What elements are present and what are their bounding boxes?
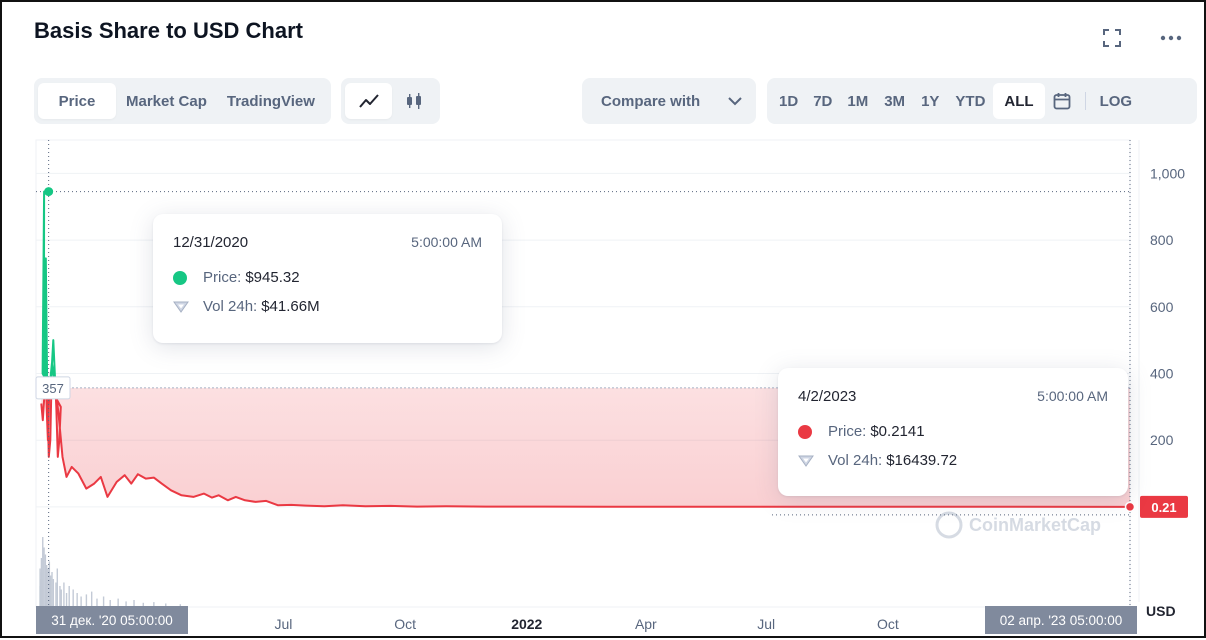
- volume-icon: [798, 455, 814, 467]
- volume-bar: [90, 591, 93, 607]
- y-tick-label: 400: [1150, 366, 1174, 382]
- volume-bar: [60, 589, 62, 607]
- tooltip-volume-value: $16439.72: [886, 452, 958, 469]
- volume-bar: [68, 586, 70, 607]
- volume-bar: [47, 568, 49, 607]
- volume-bar: [42, 537, 44, 607]
- x-tick-label: Jul: [274, 616, 292, 632]
- tooltip-volume-label: Vol 24h:: [828, 452, 883, 469]
- latest-point: [1124, 501, 1136, 513]
- tooltip-date: 4/2/2023: [798, 388, 857, 405]
- baseline-label: 357: [42, 381, 64, 396]
- volume-bar: [56, 568, 58, 607]
- x-tick-label: Oct: [394, 616, 416, 632]
- volume-bar: [76, 593, 78, 607]
- tooltip-time: 5:00:00 AM: [411, 234, 482, 250]
- volume-bar: [51, 572, 53, 607]
- volume-bar: [109, 600, 111, 607]
- volume-bar: [72, 589, 74, 607]
- volume-bar: [55, 582, 57, 607]
- volume-bar: [96, 598, 98, 607]
- volume-bar: [102, 596, 105, 607]
- tooltip-time: 5:00:00 AM: [1037, 388, 1108, 404]
- tooltip-volume-label: Vol 24h:: [203, 298, 258, 315]
- y-tick-label: 1,000: [1150, 165, 1185, 181]
- y-axis-unit: USD: [1146, 603, 1176, 619]
- tooltip-volume-value: $41.66M: [261, 298, 320, 315]
- watermark-text: CoinMarketCap: [969, 515, 1101, 535]
- peak-point: [44, 187, 54, 197]
- tooltip-price-label: Price:: [828, 423, 867, 440]
- y-tick-label: 800: [1150, 232, 1174, 248]
- coinmarketcap-logo-icon: [935, 511, 963, 539]
- volume-icon: [173, 301, 189, 313]
- tooltip-price-label: Price:: [203, 269, 242, 286]
- coinmarketcap-watermark: CoinMarketCap: [935, 511, 1101, 539]
- y-tick-label: 200: [1150, 432, 1174, 448]
- volume-bar: [80, 596, 82, 607]
- y-tick-label: 600: [1150, 299, 1174, 315]
- volume-bar: [65, 593, 68, 607]
- volume-bar: [46, 565, 48, 607]
- volume-bar: [117, 598, 119, 607]
- volume-bar: [39, 568, 41, 607]
- x-tick-label: Apr: [635, 616, 657, 632]
- tooltip-price-value: $0.2141: [870, 423, 925, 440]
- volume-bar: [85, 594, 88, 607]
- x-tick-label: 2022: [511, 616, 542, 632]
- tooltip-latest: 4/2/2023 5:00:00 AM Price: $0.2141 Vol 2…: [778, 368, 1128, 496]
- last-price-label: 0.21: [1151, 500, 1176, 515]
- tooltip-price-value: $945.32: [245, 269, 300, 286]
- crosshair-date-left: 31 дек. '20 05:00:00: [51, 613, 172, 628]
- volume-bar: [40, 572, 43, 607]
- tooltip-date: 12/31/2020: [173, 234, 249, 251]
- volume-bar: [63, 582, 65, 607]
- x-tick-label: Jul: [757, 616, 775, 632]
- volume-bar: [49, 575, 52, 607]
- volume-bar: [44, 554, 47, 607]
- price-dot-green: [173, 270, 187, 285]
- tooltip-peak: 12/31/2020 5:00:00 AM Price: $945.32 Vol…: [153, 214, 502, 343]
- volume-bar: [52, 579, 55, 607]
- price-dot-red: [798, 424, 812, 439]
- crosshair-date-right: 02 апр. '23 05:00:00: [1000, 613, 1123, 628]
- volume-bar: [59, 586, 61, 607]
- volume-bar: [133, 600, 135, 607]
- volume-bar: [43, 547, 45, 607]
- x-tick-label: Oct: [877, 616, 899, 632]
